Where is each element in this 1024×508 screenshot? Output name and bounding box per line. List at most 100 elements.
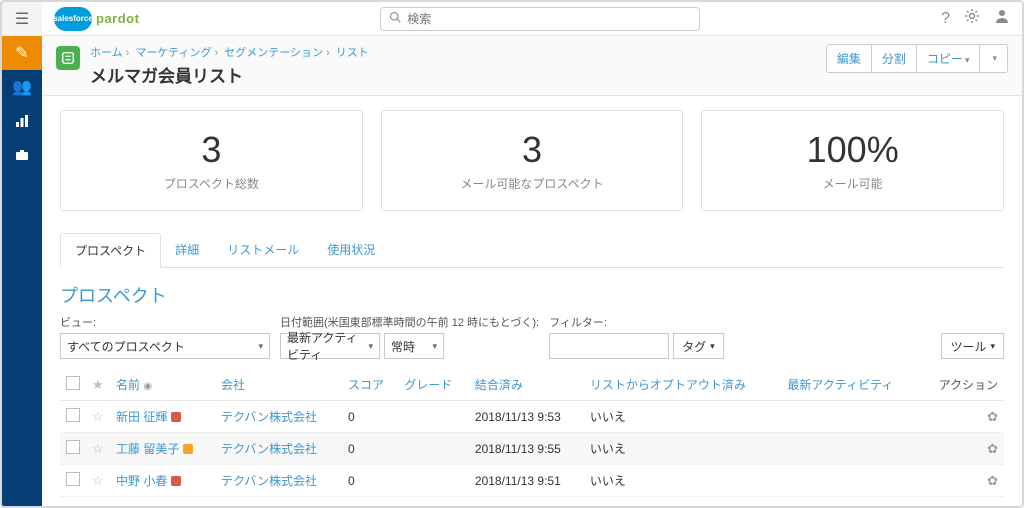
cell-optout: いいえ [584, 433, 781, 465]
stat-mailable-prospects: 3 メール可能なプロスペクト [381, 110, 684, 211]
stat-label: プロスペクト総数 [61, 175, 362, 192]
select-all-checkbox[interactable] [66, 376, 80, 390]
section-title: プロスペクト [60, 282, 1004, 308]
view-select[interactable]: すべてのプロスペクト▾ [60, 333, 270, 359]
cell-combined: 2018/11/13 9:51 [469, 465, 584, 497]
row-checkbox[interactable] [66, 472, 80, 486]
star-header-icon: ★ [92, 377, 104, 392]
chevron-down-icon: ▾ [432, 341, 437, 352]
nav-people-icon[interactable]: 👥 [2, 70, 42, 104]
page-title: メルマガ会員リスト [90, 62, 816, 87]
settings-icon[interactable] [964, 8, 980, 29]
crumb-list[interactable]: リスト [336, 47, 369, 59]
copy-button[interactable]: コピー▾ [917, 45, 981, 72]
brand-logo: salesforce pardot [54, 7, 139, 31]
chevron-down-icon: ▾ [710, 341, 715, 352]
stat-value: 3 [382, 129, 683, 171]
person-badge-icon [183, 444, 193, 454]
cell-combined: 2018/11/13 9:53 [469, 401, 584, 433]
col-name[interactable]: 名前 ◉ [110, 369, 215, 401]
cell-optout: いいえ [584, 465, 781, 497]
row-checkbox[interactable] [66, 408, 80, 422]
col-company[interactable]: 会社 [215, 369, 342, 401]
search-input[interactable] [407, 12, 691, 26]
date-range-select[interactable]: 常時▾ [384, 333, 444, 359]
filter-bar: ビュー: すべてのプロスペクト▾ 日付範囲(米国東部標準時間の午前 12 時にも… [60, 314, 1004, 359]
tab-list-email[interactable]: リストメール [213, 233, 313, 267]
help-icon[interactable]: ? [941, 10, 950, 28]
prospect-name-link[interactable]: 新田 征輝 [116, 410, 167, 424]
person-badge-icon [171, 412, 181, 422]
salesforce-cloud-icon: salesforce [54, 7, 92, 31]
product-name: pardot [96, 11, 139, 26]
header-actions: 編集 分割 コピー▾ ▾ [826, 44, 1008, 73]
stat-label: メール可能 [702, 175, 1003, 192]
filter-label: フィルター: [549, 314, 724, 330]
company-link[interactable]: テクバン株式会社 [221, 442, 317, 456]
col-combined[interactable]: 結合済み [469, 369, 584, 401]
person-badge-icon [171, 476, 181, 486]
tools-button[interactable]: ツール▾ [941, 333, 1004, 359]
side-nav: ☰ ✎ 👥 [2, 2, 42, 506]
nav-chart-icon[interactable] [2, 104, 42, 138]
stat-value: 100% [702, 129, 1003, 171]
edit-button[interactable]: 編集 [827, 45, 872, 72]
split-button[interactable]: 分割 [872, 45, 917, 72]
chevron-down-icon: ▾ [990, 341, 995, 352]
col-optout[interactable]: リストからオプトアウト済み [584, 369, 781, 401]
col-activity[interactable]: 最新アクティビティ [781, 369, 920, 401]
col-grade[interactable]: グレード [398, 369, 469, 401]
global-search[interactable] [380, 7, 700, 31]
page-header: ホーム› マーケティング› セグメンテーション› リスト メルマガ会員リスト 編… [42, 36, 1022, 96]
prospect-name-link[interactable]: 中野 小春 [116, 474, 167, 488]
star-icon[interactable]: ☆ [92, 441, 104, 456]
breadcrumb: ホーム› マーケティング› セグメンテーション› リスト [90, 44, 816, 60]
tab-usage[interactable]: 使用状況 [313, 233, 389, 267]
cell-activity [781, 401, 920, 433]
row-checkbox[interactable] [66, 440, 80, 454]
table-row: ☆ 中野 小春 テクバン株式会社 0 2018/11/13 9:51 いいえ ✿ [60, 465, 1004, 497]
tab-bar: プロスペクト 詳細 リストメール 使用状況 [60, 233, 1004, 268]
crumb-home[interactable]: ホーム [90, 47, 123, 59]
star-icon[interactable]: ☆ [92, 473, 104, 488]
filter-input[interactable] [549, 333, 669, 359]
star-icon[interactable]: ☆ [92, 409, 104, 424]
prospect-table: ★ 名前 ◉ 会社 スコア グレード 結合済み リストからオプトアウト済み 最新… [60, 369, 1004, 497]
company-link[interactable]: テクバン株式会社 [221, 474, 317, 488]
nav-briefcase-icon[interactable] [2, 138, 42, 172]
nav-edit-icon[interactable]: ✎ [2, 36, 42, 70]
cell-grade [398, 465, 469, 497]
col-score[interactable]: スコア [342, 369, 398, 401]
cell-activity [781, 433, 920, 465]
row-action-icon[interactable]: ✿ [987, 409, 998, 424]
prospect-name-link[interactable]: 工藤 留美子 [116, 442, 179, 456]
cell-optout: いいえ [584, 401, 781, 433]
menu-toggle-icon[interactable]: ☰ [2, 2, 42, 36]
cell-score: 0 [342, 401, 398, 433]
company-link[interactable]: テクバン株式会社 [221, 410, 317, 424]
tab-prospect[interactable]: プロスペクト [60, 233, 161, 268]
stat-value: 3 [61, 129, 362, 171]
stat-total-prospects: 3 プロスペクト総数 [60, 110, 363, 211]
stats-row: 3 プロスペクト総数 3 メール可能なプロスペクト 100% メール可能 [60, 110, 1004, 211]
tab-detail[interactable]: 詳細 [161, 233, 213, 267]
table-row: ☆ 新田 征輝 テクバン株式会社 0 2018/11/13 9:53 いいえ ✿ [60, 401, 1004, 433]
cell-score: 0 [342, 465, 398, 497]
row-action-icon[interactable]: ✿ [987, 473, 998, 488]
cell-score: 0 [342, 433, 398, 465]
tag-button[interactable]: タグ▾ [673, 333, 724, 359]
cell-combined: 2018/11/13 9:55 [469, 433, 584, 465]
cell-grade [398, 401, 469, 433]
cell-activity [781, 465, 920, 497]
crumb-segmentation[interactable]: セグメンテーション [224, 47, 323, 59]
date-field-select[interactable]: 最新アクティビティ▾ [280, 333, 380, 359]
more-actions-button[interactable]: ▾ [980, 45, 1007, 72]
user-icon[interactable] [994, 8, 1010, 29]
row-action-icon[interactable]: ✿ [987, 441, 998, 456]
col-action: アクション [920, 369, 1004, 401]
list-header-icon [56, 46, 80, 70]
search-icon [389, 11, 401, 26]
table-row: ☆ 工藤 留美子 テクバン株式会社 0 2018/11/13 9:55 いいえ … [60, 433, 1004, 465]
crumb-marketing[interactable]: マーケティング [135, 47, 211, 59]
date-label: 日付範囲(米国東部標準時間の午前 12 時にもとづく): [280, 314, 539, 330]
